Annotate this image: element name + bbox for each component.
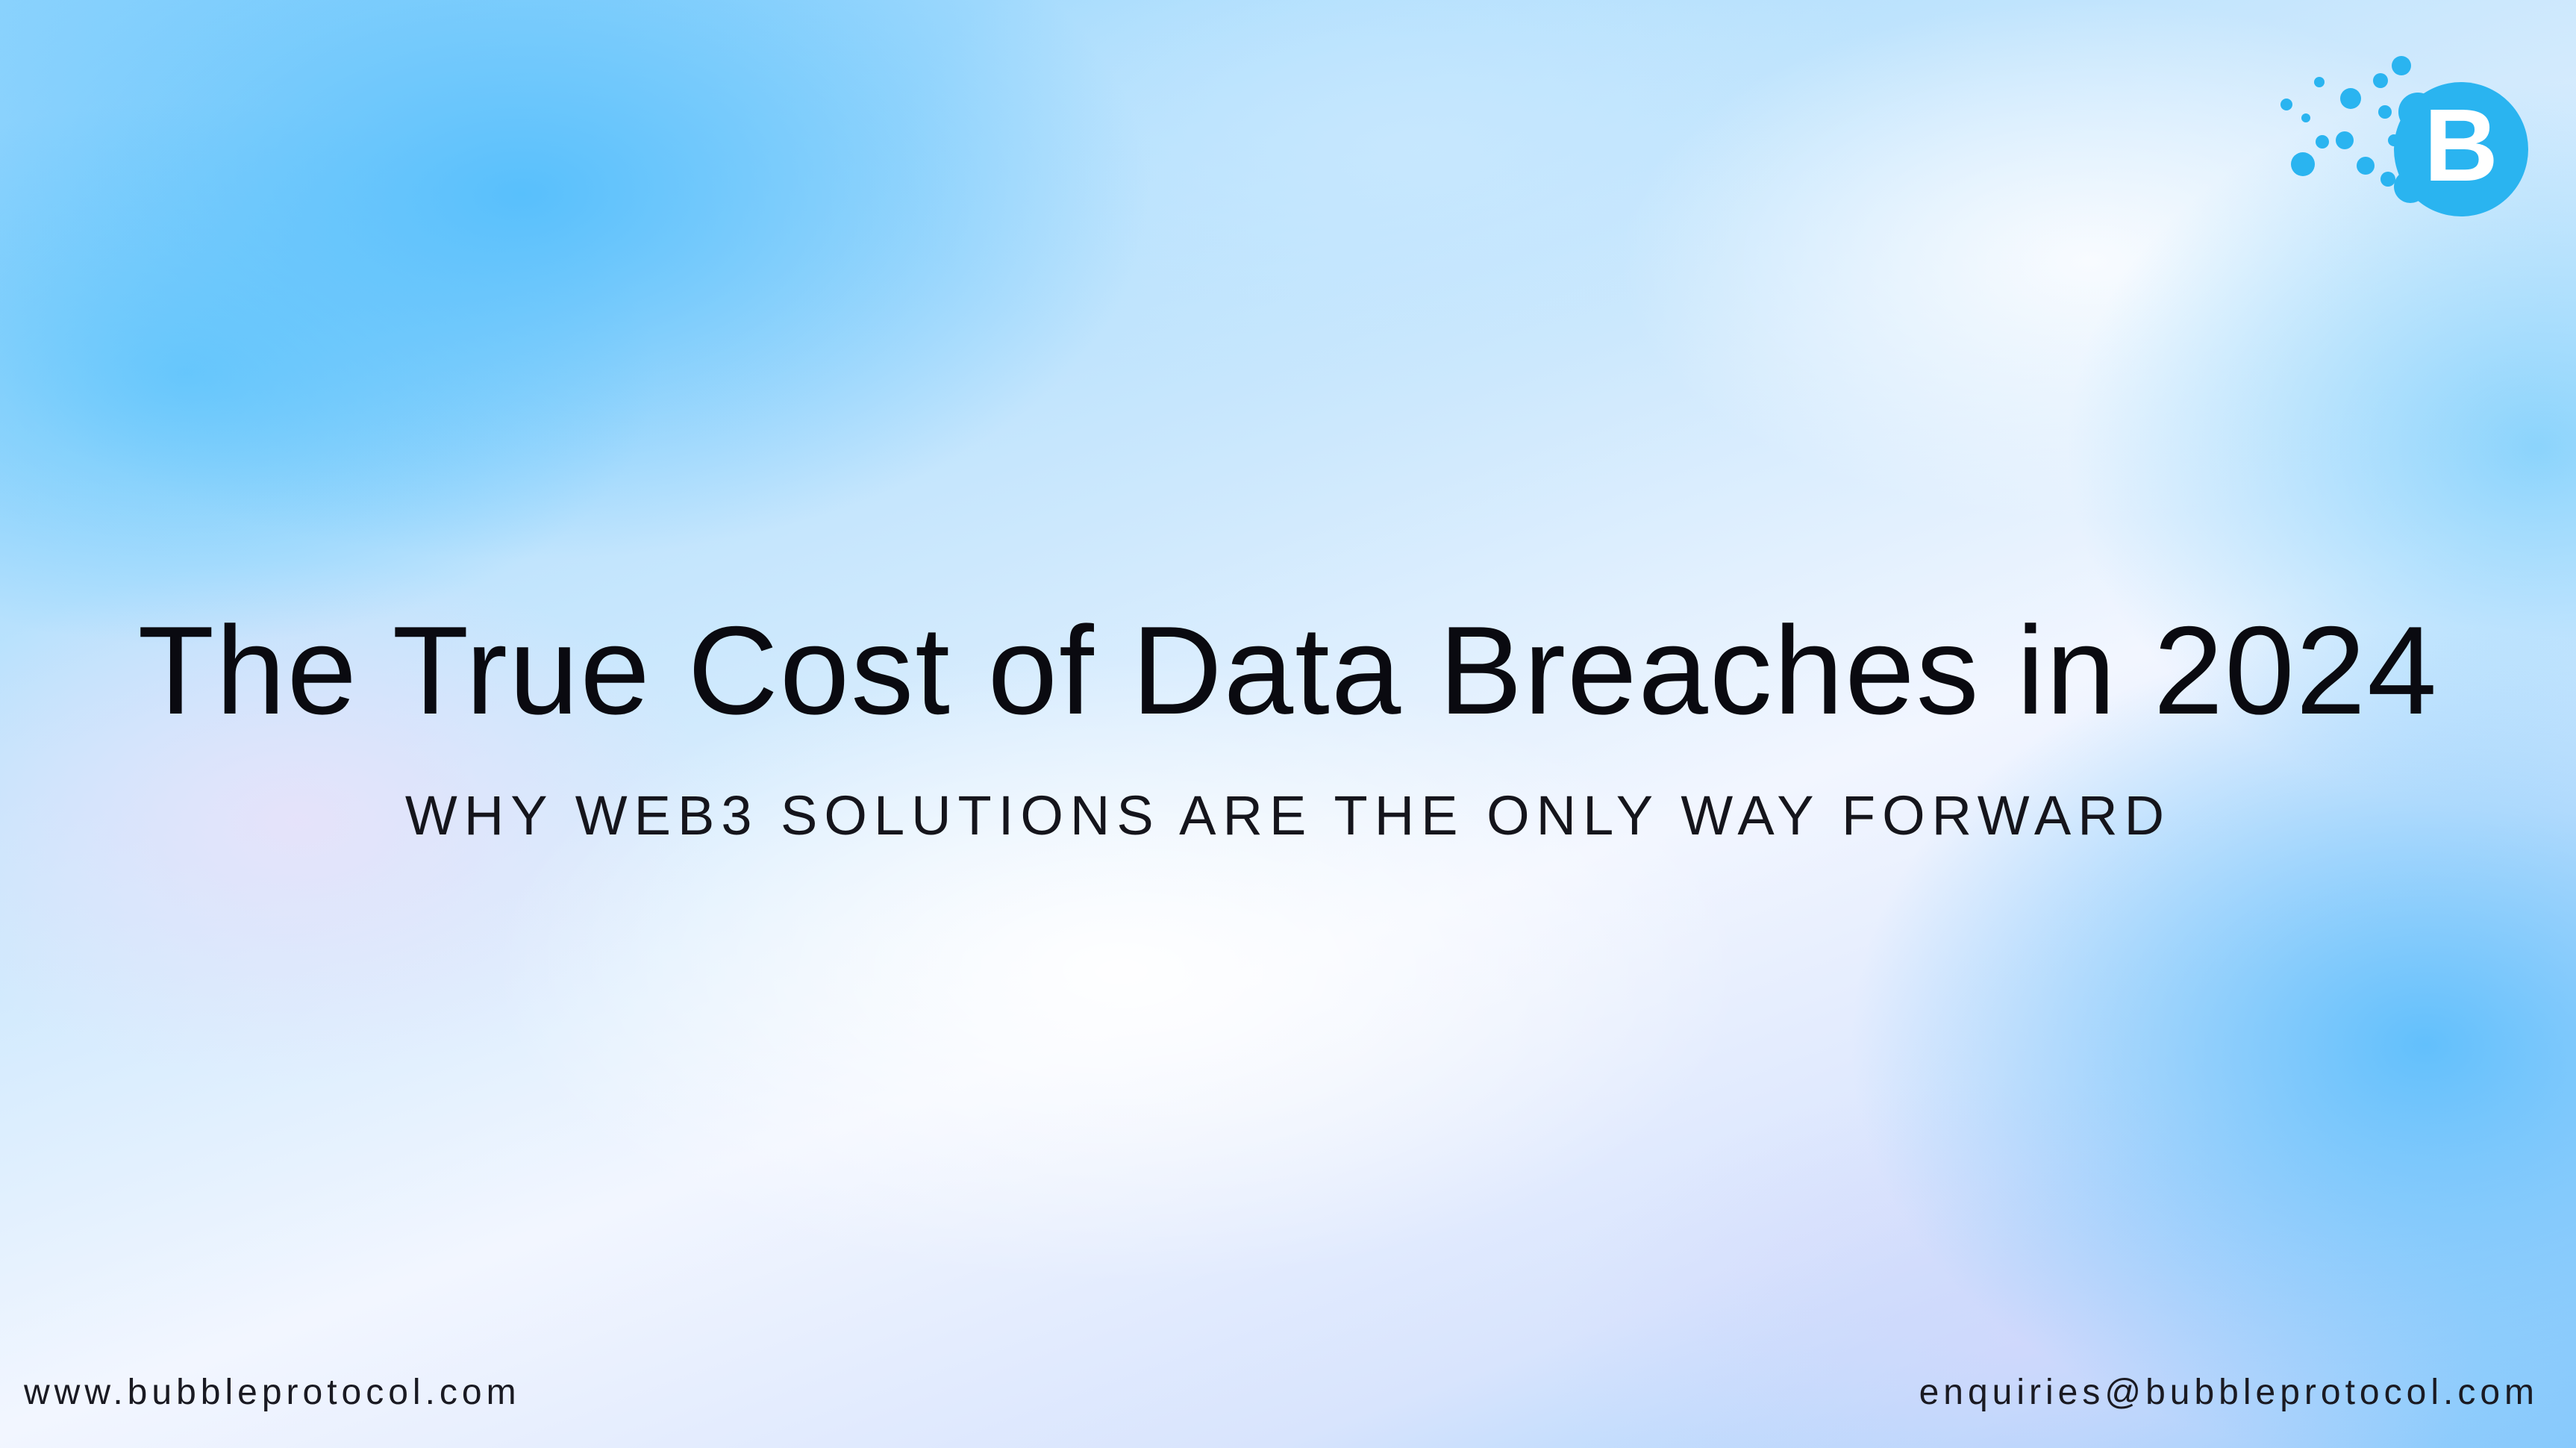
slide-subtitle: WHY WEB3 SOLUTIONS ARE THE ONLY WAY FORW… [404,784,2172,846]
slide-title: The True Cost of Data Breaches in 2024 [137,600,2439,740]
logo-letter: B [2424,88,2498,203]
email-link[interactable]: enquiries@bubbleprotocol.com [1919,1372,2539,1413]
bubble-protocol-logo-icon: B [2280,56,2528,216]
slide: B The True Cost of Data Breaches in 2024… [0,0,2576,1448]
website-link[interactable]: www.bubbleprotocol.com [24,1372,521,1413]
